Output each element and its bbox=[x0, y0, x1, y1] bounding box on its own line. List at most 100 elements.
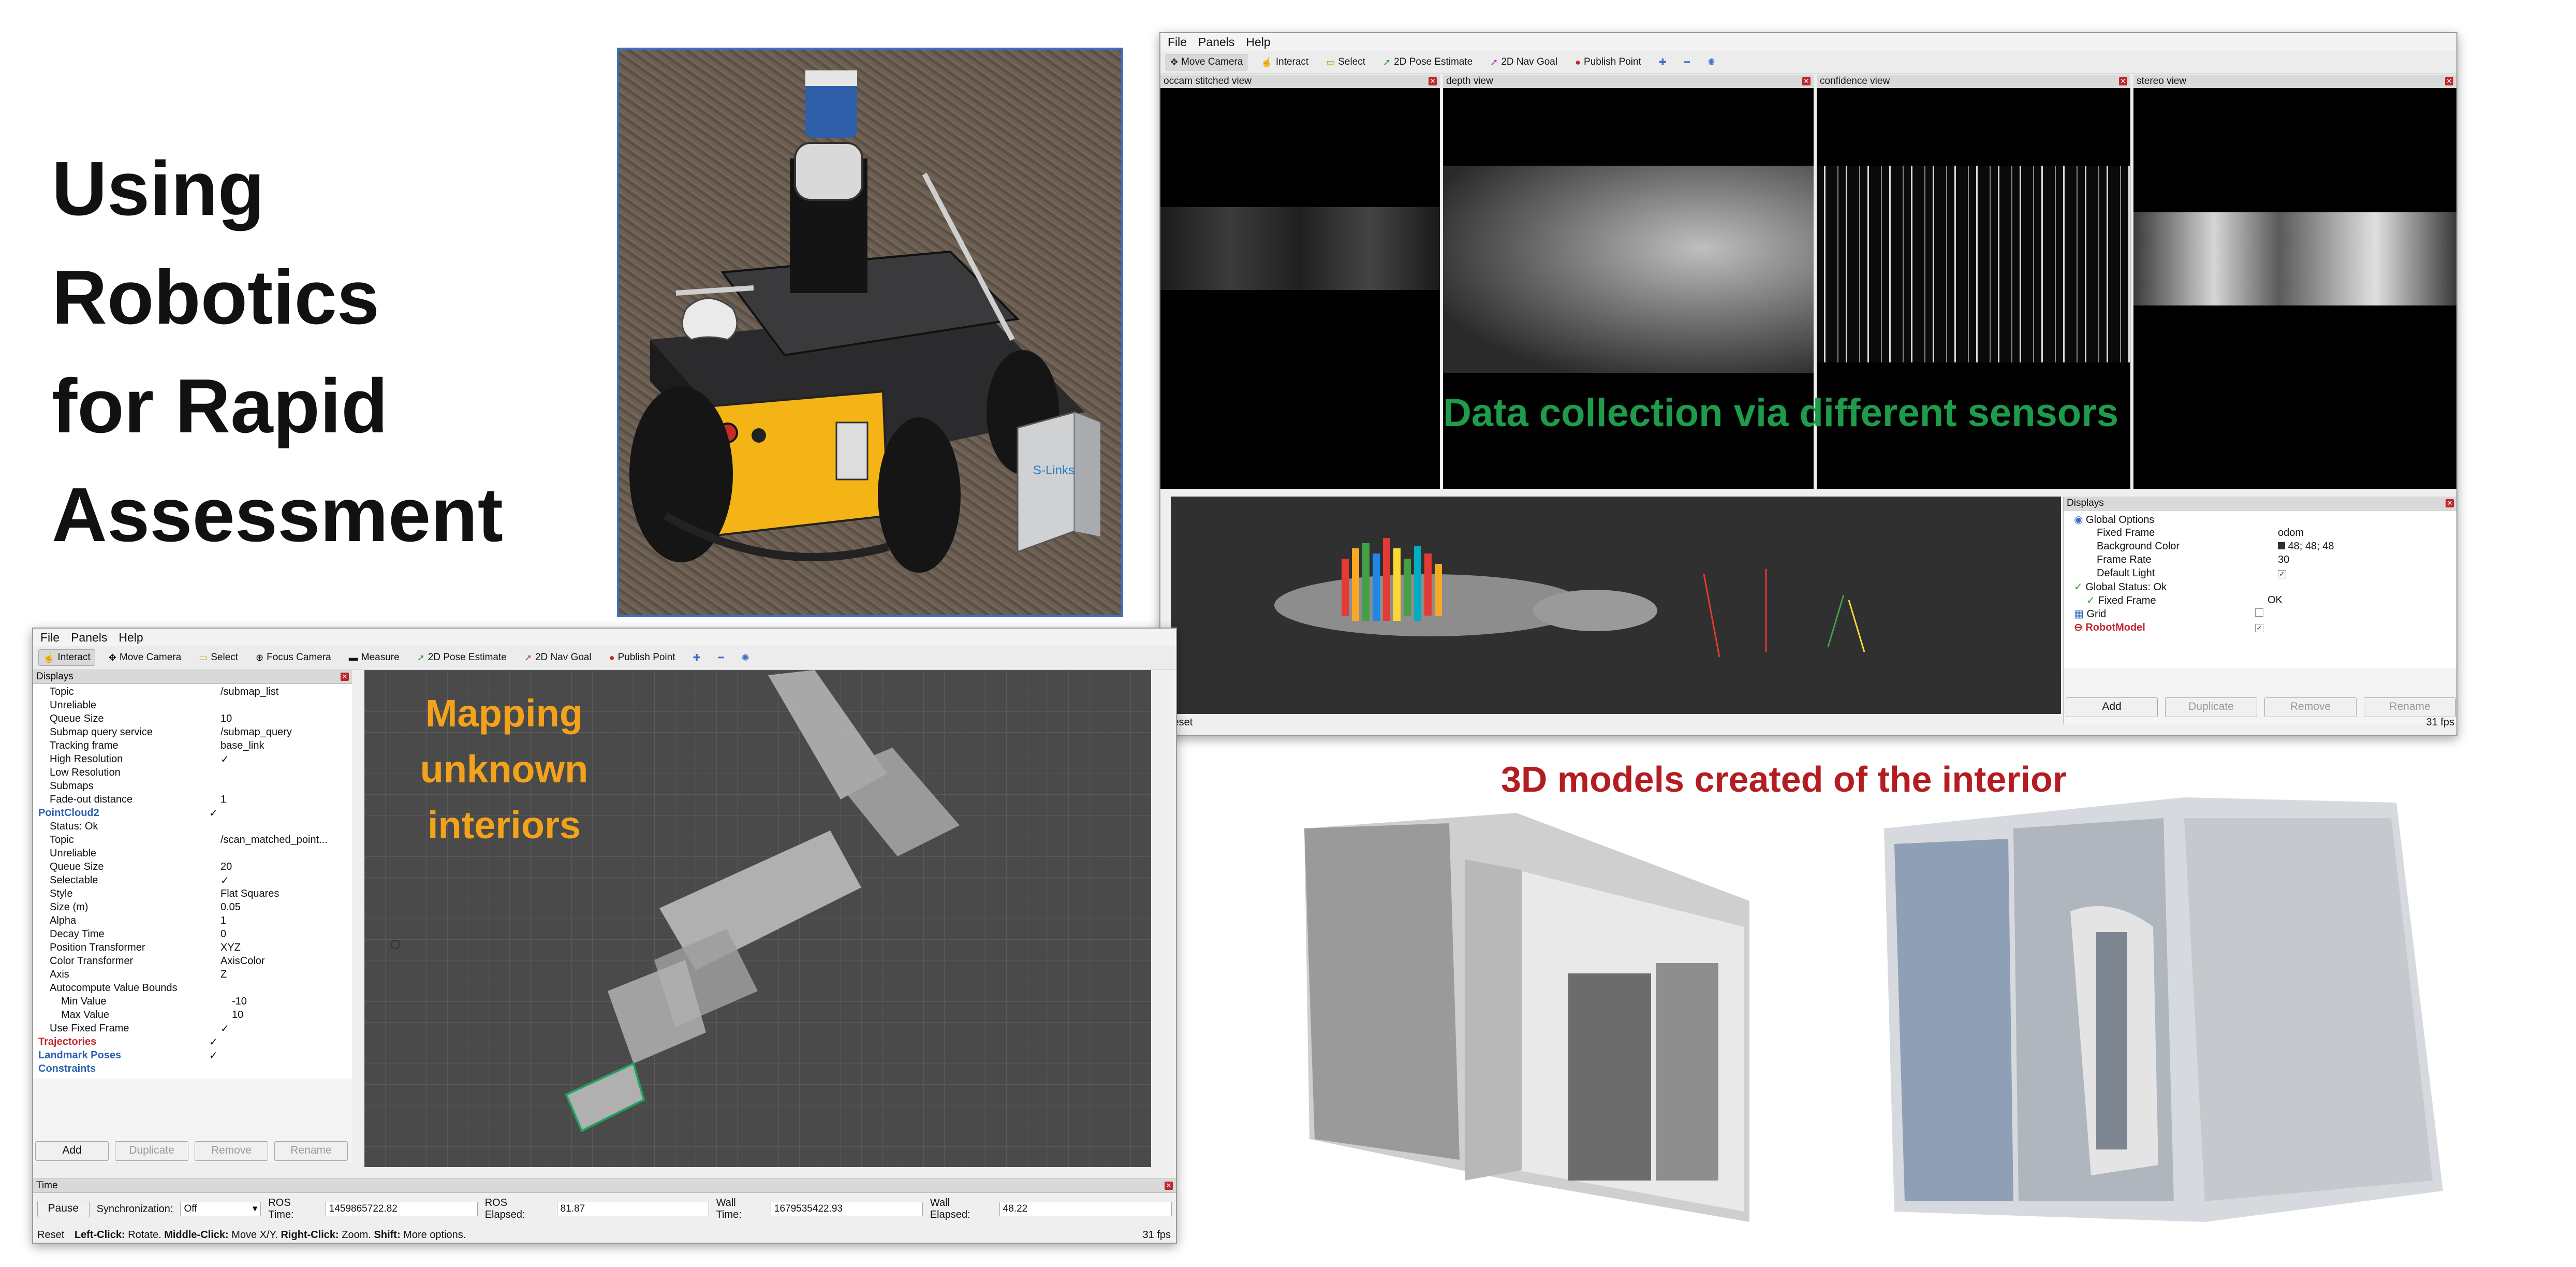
duplicate-display-button[interactable]: Duplicate bbox=[2165, 697, 2257, 717]
tree-row[interactable]: Default Light ✓ bbox=[2064, 566, 2456, 580]
tool-measure[interactable]: ▬ Measure bbox=[345, 650, 404, 665]
checkbox[interactable]: ✓ bbox=[2278, 570, 2286, 578]
tool-pose-estimate[interactable]: ➚ 2D Pose Estimate bbox=[1379, 54, 1477, 70]
property-row[interactable]: Landmark Poses ✓ bbox=[33, 1048, 352, 1062]
property-row[interactable]: Fade-out distance 1 bbox=[33, 793, 352, 806]
tool-add[interactable]: ✚ bbox=[689, 650, 705, 665]
slide-title: Using Robotics for Rapid Assessment bbox=[52, 146, 504, 558]
reset-button[interactable]: Reset bbox=[37, 1229, 64, 1241]
close-icon[interactable]: ✕ bbox=[2446, 499, 2454, 507]
property-row[interactable]: Queue Size 10 bbox=[33, 712, 352, 725]
ros-elapsed-field[interactable]: 81.87 bbox=[556, 1202, 709, 1216]
rename-display-button[interactable]: Rename bbox=[274, 1141, 348, 1161]
rename-display-button[interactable]: Rename bbox=[2364, 697, 2456, 717]
property-row[interactable]: PointCloud2 ✓ bbox=[33, 806, 352, 820]
property-row[interactable]: Queue Size 20 bbox=[33, 860, 352, 873]
menu-panels[interactable]: Panels bbox=[1198, 35, 1234, 49]
tool-interact[interactable]: ☝ Interact bbox=[1257, 54, 1313, 70]
tool-select[interactable]: ▭ Select bbox=[1322, 54, 1370, 70]
sync-select[interactable]: Off ▾ bbox=[180, 1202, 261, 1216]
view-title: confidence view bbox=[1820, 76, 1890, 86]
property-row[interactable]: Autocompute Value Bounds bbox=[33, 981, 352, 995]
duplicate-display-button[interactable]: Duplicate bbox=[115, 1141, 188, 1161]
property-row[interactable]: Selectable ✓ bbox=[33, 873, 352, 887]
add-display-button[interactable]: Add bbox=[35, 1141, 109, 1161]
checkbox[interactable] bbox=[2255, 608, 2263, 617]
close-icon[interactable]: ✕ bbox=[1165, 1182, 1173, 1190]
property-row[interactable]: Submaps bbox=[33, 779, 352, 793]
property-row[interactable]: Alpha 1 bbox=[33, 914, 352, 927]
tool-pose-estimate[interactable]: ➚ 2D Pose Estimate bbox=[413, 650, 511, 665]
property-row[interactable]: Size (m) 0.05 bbox=[33, 900, 352, 914]
wall-time-field[interactable]: 1679535422.93 bbox=[770, 1202, 923, 1216]
checkbox[interactable]: ✓ bbox=[2255, 623, 2263, 632]
property-row[interactable]: Topic/submap_list bbox=[33, 685, 352, 698]
tool-move-camera[interactable]: ✥ Move Camera bbox=[1166, 54, 1248, 70]
property-row[interactable]: Min Value -10 bbox=[33, 995, 352, 1008]
property-row[interactable]: Style Flat Squares bbox=[33, 887, 352, 900]
tree-row[interactable]: Background Color 48; 48; 48 bbox=[2064, 540, 2456, 553]
property-row[interactable]: Submap query service/submap_query bbox=[33, 725, 352, 739]
tree-row[interactable]: Frame Rate 30 bbox=[2064, 553, 2456, 566]
close-icon[interactable]: ✕ bbox=[1802, 77, 1810, 85]
menu-help[interactable]: Help bbox=[119, 631, 143, 645]
tree-row[interactable]: ◉ Global Options bbox=[2064, 513, 2456, 526]
tree-row[interactable]: ▦ Grid bbox=[2064, 607, 2456, 620]
property-row[interactable]: Low Resolution bbox=[33, 766, 352, 779]
pause-button[interactable]: Pause bbox=[37, 1201, 90, 1217]
tool-add[interactable]: ✚ bbox=[1655, 55, 1671, 70]
remove-display-button[interactable]: Remove bbox=[2264, 697, 2357, 717]
property-row[interactable]: Position Transformer XYZ bbox=[33, 941, 352, 954]
tree-row[interactable]: ⊖ RobotModel ✓ bbox=[2064, 620, 2456, 634]
property-key: Landmark Poses bbox=[38, 1049, 122, 1061]
tool-interact[interactable]: ☝ Interact bbox=[38, 649, 95, 666]
tree-row[interactable]: Fixed Frame odom bbox=[2064, 526, 2456, 540]
close-icon[interactable]: ✕ bbox=[341, 673, 349, 681]
tree-row[interactable]: ✓ Fixed Frame OK bbox=[2064, 593, 2456, 607]
property-row[interactable]: Trajectories ✓ bbox=[33, 1035, 352, 1048]
property-row[interactable]: High Resolution ✓ bbox=[33, 752, 352, 766]
tree-row[interactable]: ✓ Global Status: Ok bbox=[2064, 580, 2456, 593]
property-row[interactable]: Status: Ok bbox=[33, 820, 352, 833]
property-value: -10 bbox=[232, 995, 247, 1007]
property-row[interactable]: Color Transformer AxisColor bbox=[33, 954, 352, 968]
tool-select[interactable]: ▭ Select bbox=[195, 650, 242, 665]
property-row[interactable]: Use Fixed Frame ✓ bbox=[33, 1022, 352, 1035]
tool-publish-point[interactable]: ● Publish Point bbox=[605, 650, 680, 665]
tool-settings[interactable]: ✺ bbox=[1703, 55, 1719, 70]
menu-file[interactable]: File bbox=[40, 631, 60, 645]
property-row[interactable]: Max Value 10 bbox=[33, 1008, 352, 1022]
property-row[interactable]: Unreliable bbox=[33, 698, 352, 712]
remove-display-button[interactable]: Remove bbox=[195, 1141, 268, 1161]
property-row[interactable]: Constraints bbox=[33, 1062, 352, 1075]
property-row[interactable]: Topic/scan_matched_point... bbox=[33, 833, 352, 847]
menu-help[interactable]: Help bbox=[1246, 35, 1270, 49]
property-row[interactable]: Decay Time 0 bbox=[33, 927, 352, 941]
tool-remove[interactable]: ━ bbox=[1680, 55, 1694, 70]
tool-publish-point[interactable]: ● Publish Point bbox=[1571, 54, 1645, 70]
close-icon[interactable]: ✕ bbox=[2119, 77, 2127, 85]
tool-nav-goal[interactable]: ➚ 2D Nav Goal bbox=[1486, 54, 1562, 70]
close-icon[interactable]: ✕ bbox=[1429, 77, 1437, 85]
property-row[interactable]: Unreliable bbox=[33, 847, 352, 860]
property-row[interactable]: Tracking frame base_link bbox=[33, 739, 352, 752]
property-value: 10 bbox=[232, 1009, 244, 1021]
render-view-map[interactable]: Mapping unknown interiors bbox=[364, 670, 1151, 1167]
tool-settings[interactable]: ✺ bbox=[737, 650, 753, 665]
render-view-3d[interactable] bbox=[1171, 497, 2061, 714]
ros-time-field[interactable]: 1459865722.82 bbox=[325, 1202, 478, 1216]
status-bar: Reset Left-Click: Rotate. Middle-Click: … bbox=[37, 1229, 1171, 1241]
menu-panels[interactable]: Panels bbox=[71, 631, 107, 645]
close-icon[interactable]: ✕ bbox=[2445, 77, 2453, 85]
property-row[interactable]: Axis Z bbox=[33, 968, 352, 981]
property-key: Alpha bbox=[50, 914, 77, 926]
tool-focus-camera[interactable]: ⊕ Focus Camera bbox=[252, 650, 335, 665]
wall-elapsed-field[interactable]: 48.22 bbox=[999, 1202, 1172, 1216]
property-key: Submaps bbox=[50, 780, 94, 792]
menu-file[interactable]: File bbox=[1168, 35, 1187, 49]
add-display-button[interactable]: Add bbox=[2066, 697, 2158, 717]
tool-remove[interactable]: ━ bbox=[714, 650, 728, 665]
property-key: Max Value bbox=[61, 1009, 110, 1021]
tool-nav-goal[interactable]: ➚ 2D Nav Goal bbox=[520, 650, 596, 665]
tool-move-camera[interactable]: ✥ Move Camera bbox=[105, 650, 185, 665]
